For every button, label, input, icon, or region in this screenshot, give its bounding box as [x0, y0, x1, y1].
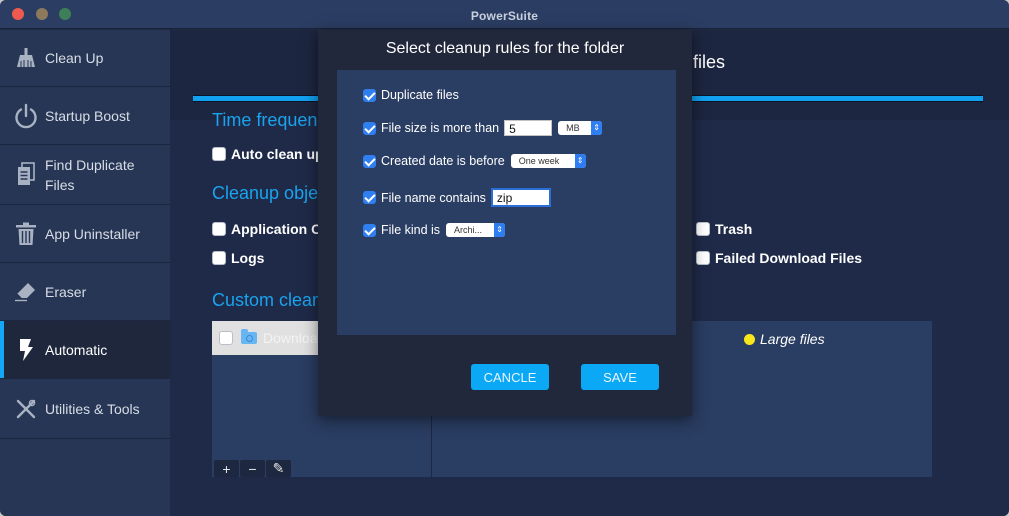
- option-label: Trash: [715, 221, 753, 237]
- power-icon: [12, 103, 40, 129]
- rule-created-date: Created date is before One week ⇕: [363, 154, 586, 168]
- legend-label: Large files: [760, 331, 825, 347]
- sidebar-item-startup-boost[interactable]: Startup Boost: [0, 88, 170, 145]
- trash-icon: [12, 222, 40, 246]
- chevron-updown-icon: ⇕: [591, 121, 603, 135]
- folder-icon: [241, 329, 257, 344]
- option-checkbox[interactable]: [212, 251, 226, 265]
- file-kind-select[interactable]: Archi... ⇕: [446, 223, 506, 237]
- list-toolbar: + − ✎: [214, 460, 291, 477]
- rule-checkbox[interactable]: [363, 121, 376, 135]
- option-failed-downloads[interactable]: Failed Download Files: [696, 250, 862, 266]
- select-value: MB: [566, 123, 580, 133]
- auto-clean-checkbox[interactable]: [212, 147, 226, 161]
- rule-file-kind: File kind is Archi... ⇕: [363, 223, 506, 237]
- add-folder-button[interactable]: +: [214, 460, 239, 477]
- sidebar-item-eraser[interactable]: Eraser: [0, 264, 170, 321]
- sidebar-item-clean-up[interactable]: Clean Up: [0, 30, 170, 87]
- section-custom-cleanup: Custom clean: [212, 290, 323, 310]
- option-label: Auto clean up: [231, 146, 324, 162]
- sidebar-item-automatic[interactable]: Automatic: [0, 321, 170, 379]
- rule-duplicate-files[interactable]: Duplicate files: [363, 88, 459, 102]
- chevron-updown-icon: ⇕: [574, 154, 586, 168]
- app-window: PowerSuite Clean Up Startup Boost Find D…: [0, 0, 1009, 516]
- option-checkbox[interactable]: [696, 251, 710, 265]
- save-button[interactable]: SAVE: [581, 364, 659, 390]
- rule-checkbox[interactable]: [363, 88, 376, 102]
- rule-label: File size is more than: [381, 121, 500, 135]
- rule-label: Created date is before: [381, 154, 505, 168]
- cleanup-rules-dialog: Select cleanup rules for the folder Dupl…: [318, 30, 692, 416]
- rule-label: Duplicate files: [381, 88, 459, 102]
- file-name-input[interactable]: zip: [490, 188, 551, 207]
- section-time-frequency: Time frequenc: [212, 110, 327, 130]
- sidebar-item-label: Find Duplicate Files: [45, 157, 135, 193]
- sidebar-item-label: App Uninstaller: [45, 226, 140, 242]
- rule-checkbox[interactable]: [363, 154, 376, 168]
- rule-checkbox[interactable]: [363, 223, 376, 237]
- date-select[interactable]: One week ⇕: [510, 154, 586, 168]
- option-application-cache[interactable]: Application Ca: [212, 221, 329, 237]
- size-unit-select[interactable]: MB ⇕: [558, 121, 603, 135]
- rule-label: File kind is: [381, 223, 441, 237]
- folder-name: Download: [263, 330, 326, 346]
- select-value: Archi...: [454, 225, 483, 235]
- rule-label: File name contains: [381, 190, 486, 205]
- rules-body: Duplicate files File size is more than 5…: [337, 70, 676, 335]
- option-label: Application Ca: [231, 221, 330, 237]
- rule-file-size: File size is more than 5 MB ⇕: [363, 120, 603, 136]
- broom-icon: [12, 47, 40, 69]
- sidebar-item-utilities-tools[interactable]: Utilities & Tools: [0, 380, 170, 439]
- sidebar-item-find-duplicate-files[interactable]: Find Duplicate Files: [0, 146, 170, 205]
- sidebar-item-label: Utilities & Tools: [45, 401, 140, 417]
- yellow-dot-icon: [744, 333, 755, 345]
- remove-folder-button[interactable]: −: [240, 460, 265, 477]
- chevron-updown-icon: ⇕: [494, 223, 506, 237]
- cancel-button[interactable]: CANCLE: [471, 364, 549, 390]
- option-label: Failed Download Files: [715, 250, 863, 266]
- option-logs[interactable]: Logs: [212, 250, 264, 266]
- edit-folder-button[interactable]: ✎: [266, 460, 291, 477]
- lightning-icon: [12, 338, 40, 362]
- title-bar: PowerSuite: [0, 0, 1009, 29]
- option-checkbox[interactable]: [212, 222, 226, 236]
- option-label: Logs: [231, 250, 265, 266]
- folder-checkbox[interactable]: [219, 331, 233, 345]
- dialog-title: Select cleanup rules for the folder: [385, 40, 625, 57]
- sidebar: Clean Up Startup Boost Find Duplicate Fi…: [0, 30, 170, 516]
- option-trash[interactable]: Trash: [696, 221, 752, 237]
- documents-icon: [12, 162, 40, 188]
- eraser-icon: [12, 282, 40, 302]
- rule-file-name: File name contains zip: [363, 188, 551, 207]
- auto-clean-option[interactable]: Auto clean up: [212, 146, 324, 162]
- window-title: PowerSuite: [470, 9, 539, 23]
- file-size-input[interactable]: 5: [504, 120, 553, 136]
- sidebar-item-label: Startup Boost: [45, 108, 130, 124]
- sidebar-item-label: Automatic: [45, 341, 108, 358]
- section-cleanup-objects: Cleanup objec: [212, 183, 328, 203]
- sidebar-item-label: Clean Up: [45, 50, 104, 66]
- sidebar-item-label: Eraser: [45, 284, 87, 300]
- sidebar-item-app-uninstaller[interactable]: App Uninstaller: [0, 206, 170, 263]
- rule-checkbox[interactable]: [363, 191, 376, 204]
- select-value: One week: [518, 156, 560, 166]
- tools-icon: [12, 398, 40, 420]
- legend-large-files: Large files: [744, 331, 825, 347]
- option-checkbox[interactable]: [696, 222, 710, 236]
